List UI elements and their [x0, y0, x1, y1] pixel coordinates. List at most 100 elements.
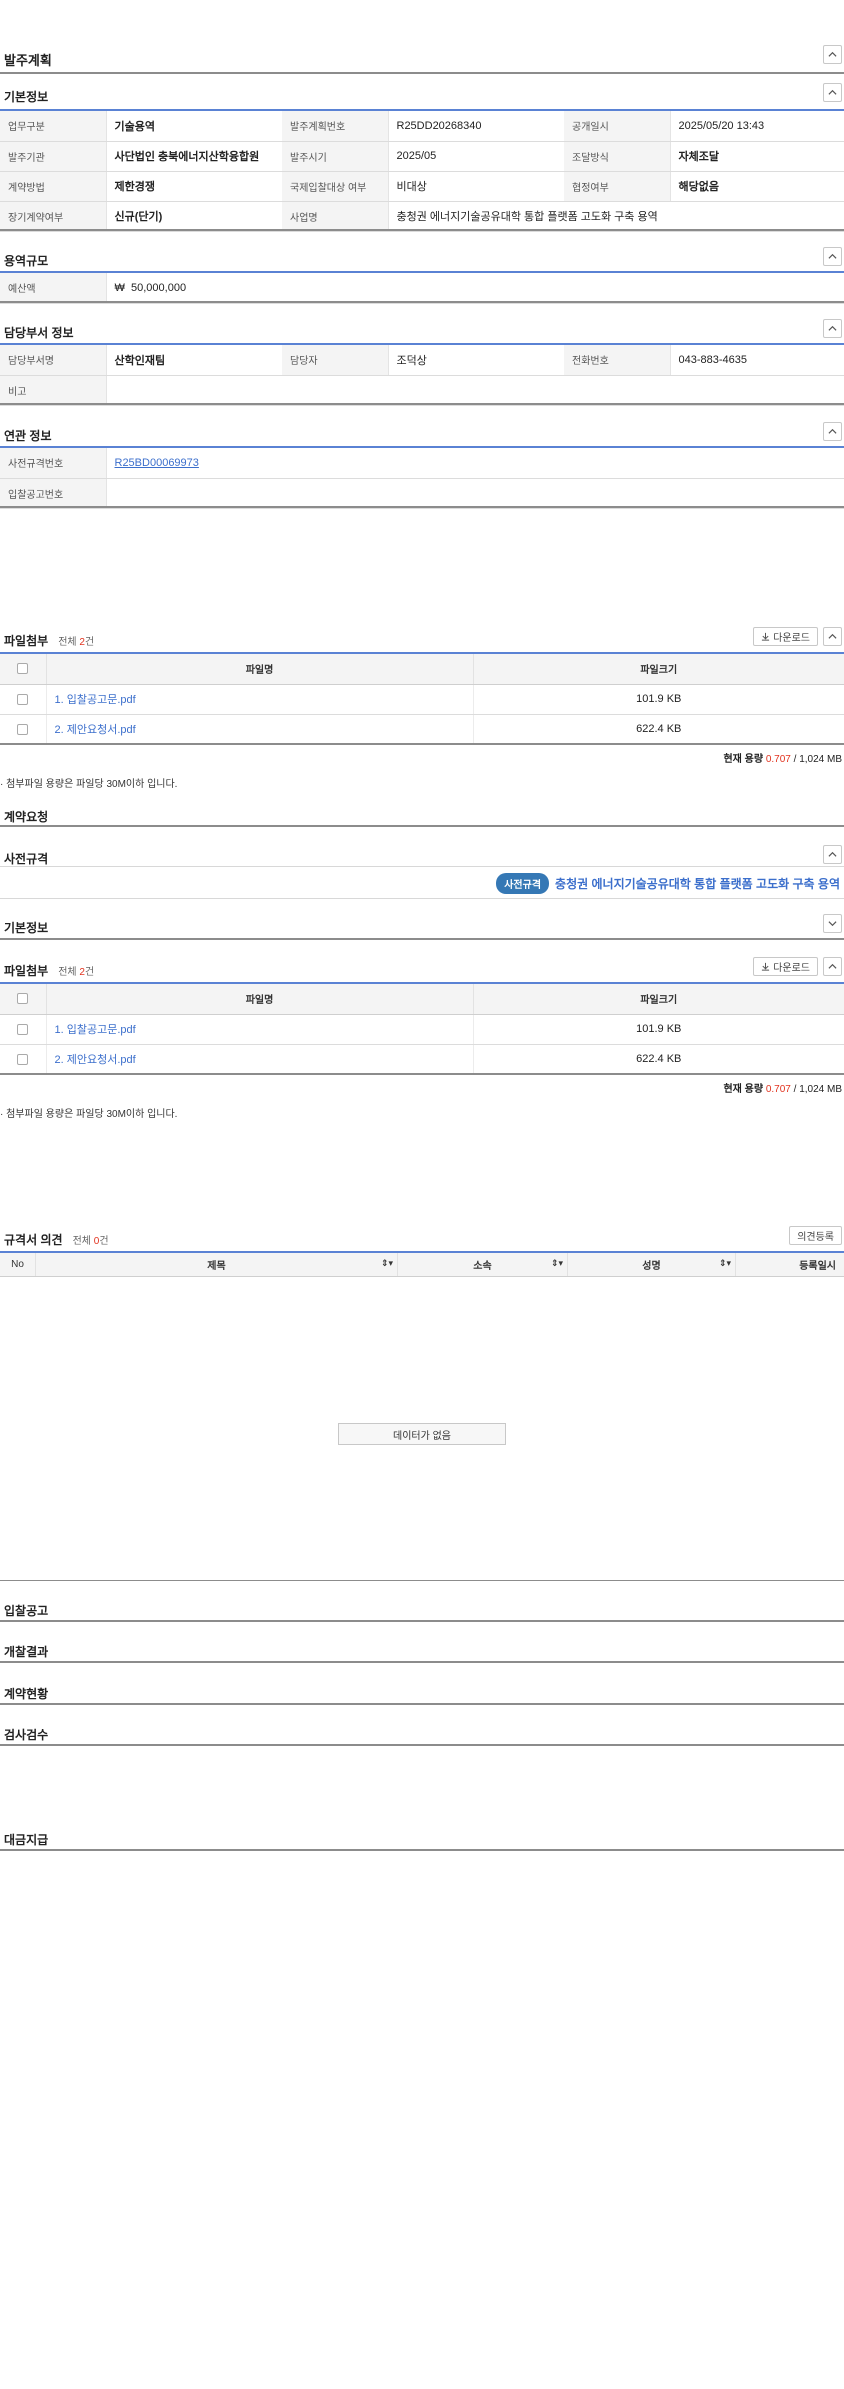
prespec-banner: 사전규격 충청권 에너지기술공유대학 통합 플랫폼 고도화 구축 용역 [496, 873, 840, 894]
select-all-checkbox[interactable] [17, 663, 29, 675]
field-label: 비고 [0, 375, 107, 406]
register-opinion-button[interactable]: 의견등록 [789, 1226, 842, 1245]
prespec-title: 사전규격 [4, 852, 49, 866]
file-checkbox[interactable] [17, 1023, 29, 1035]
field-label: 협정여부 [564, 171, 671, 202]
field-value [106, 478, 844, 509]
chevron-up-icon [828, 428, 837, 434]
collapse-related-button[interactable] [823, 422, 842, 441]
chevron-up-icon [828, 963, 837, 969]
file-size: 622.4 KB [473, 1044, 844, 1075]
expand-basic2-button[interactable] [823, 914, 842, 933]
table-row: 2. 제안요청서.pdf 622.4 KB [0, 714, 844, 745]
table-row: 2. 제안요청서.pdf 622.4 KB [0, 1044, 844, 1075]
basic-info-table: 업무구분 기술용역 발주계획번호 R25DD20268340 공개일시 2025/05/2… [0, 111, 844, 232]
payment-title: 대금지급 [4, 1833, 49, 1847]
collapse-prespec-button[interactable] [823, 845, 842, 864]
prespec-number-link[interactable]: R25BD00069973 [115, 457, 199, 469]
field-label: 입찰공고번호 [0, 478, 107, 509]
col-org: 소속 ⇕▾ [398, 1253, 568, 1276]
file-count: 전체 2건 [58, 637, 95, 648]
attach2-title: 파일첨부 전체 2건 [4, 962, 94, 979]
sort-icon[interactable]: ⇕▾ [551, 1258, 563, 1269]
field-label: 발주기관 [0, 141, 107, 172]
info-row: 계약방법 제한경쟁 국제입찰대상 여부 비대상 협정여부 해당없음 [0, 171, 844, 202]
basic-info-title: 기본정보 [4, 90, 49, 104]
register-label: 의견등록 [797, 1232, 834, 1243]
chevron-up-icon [828, 51, 837, 57]
collapse-dept-button[interactable] [823, 319, 842, 338]
contract-status-title: 계약현황 [4, 1687, 49, 1701]
file-link[interactable]: 2. 제안요청서.pdf [55, 724, 136, 736]
project-name: 충청권 에너지기술공유대학 통합 플랫폼 고도화 구축 용역 [388, 201, 844, 232]
file-checkbox[interactable] [17, 693, 29, 705]
opening-result-title: 개찰결과 [4, 1645, 49, 1659]
field-label: 국제입찰대상 여부 [282, 171, 389, 202]
file-size: 622.4 KB [473, 714, 844, 745]
field-value: 제한경쟁 [106, 171, 282, 202]
download-label: 다운로드 [773, 963, 810, 974]
field-value: 2025/05/20 13:43 [670, 111, 844, 142]
opinion-title-text: 규격서 의견 [4, 1233, 63, 1247]
empty-message: 데이터가 없음 [338, 1423, 506, 1445]
field-label: 예산액 [0, 273, 107, 304]
related-table: 사전규격번호 R25BD00069973 입찰공고번호 [0, 448, 844, 509]
field-label: 공개일시 [564, 111, 671, 142]
col-no: No [0, 1253, 36, 1276]
field-value: 신규(단기) [106, 201, 282, 232]
file-count: 전체 2건 [58, 967, 95, 978]
file-link[interactable]: 1. 입찰공고문.pdf [55, 694, 136, 706]
collapse-attach2-button[interactable] [823, 957, 842, 976]
scale-table: 예산액 ₩ 50,000,000 [0, 273, 844, 304]
field-label: 담당부서명 [0, 345, 107, 376]
page-title: 발주계획 [4, 53, 52, 68]
field-value: 비대상 [388, 171, 564, 202]
download-icon [762, 632, 770, 641]
dept-table: 담당부서명 산학인재팀 담당자 조덕상 전화번호 043-883-4635 비고 [0, 345, 844, 406]
download-button[interactable]: 다운로드 [753, 957, 818, 976]
attach-title: 파일첨부 전체 2건 [4, 632, 94, 649]
collapse-scale-button[interactable] [823, 247, 842, 266]
file-link[interactable]: 1. 입찰공고문.pdf [55, 1024, 136, 1036]
download-button[interactable]: 다운로드 [753, 627, 818, 646]
collapse-attach-button[interactable] [823, 627, 842, 646]
file-table: 파일명 파일크기 1. 입찰공고문.pdf 101.9 KB 2. 제안요청서.… [0, 984, 844, 1075]
chevron-up-icon [828, 253, 837, 259]
field-label: 계약방법 [0, 171, 107, 202]
opinion-table-header: No 제목 ⇕▾ 소속 ⇕▾ 성명 ⇕▾ 등록일시 [0, 1253, 844, 1277]
field-label: 장기계약여부 [0, 201, 107, 232]
inspection-title: 검사검수 [4, 1728, 49, 1742]
file-table: 파일명 파일크기 1. 입찰공고문.pdf 101.9 KB 2. 제안요청서.… [0, 654, 844, 745]
field-value [106, 375, 844, 406]
col-subject: 제목 ⇕▾ [36, 1253, 398, 1276]
contract-request-title: 계약요청 [4, 810, 49, 824]
field-label: 발주계획번호 [282, 111, 389, 142]
chevron-up-icon [828, 633, 837, 639]
currency-symbol: ₩ [114, 281, 125, 294]
field-label: 사업명 [282, 201, 389, 232]
col-filesize: 파일크기 [473, 654, 844, 685]
field-value: 기술용역 [106, 111, 282, 142]
file-checkbox[interactable] [17, 1053, 29, 1065]
field-value: 사단법인 충북에너지산학융합원 [106, 141, 282, 172]
attach-title-text: 파일첨부 [4, 634, 49, 648]
file-size: 101.9 KB [473, 1014, 844, 1045]
sort-icon[interactable]: ⇕▾ [719, 1258, 731, 1269]
field-value: 해당없음 [670, 171, 844, 202]
field-label: 사전규격번호 [0, 448, 107, 479]
file-checkbox[interactable] [17, 723, 29, 735]
budget-value: 50,000,000 [131, 281, 187, 294]
field-label: 조달방식 [564, 141, 671, 172]
field-value: 조덕상 [388, 345, 564, 376]
sort-icon[interactable]: ⇕▾ [381, 1258, 393, 1269]
file-link[interactable]: 2. 제안요청서.pdf [55, 1054, 136, 1066]
collapse-basic-button[interactable] [823, 83, 842, 102]
prespec-badge: 사전규격 [496, 873, 550, 894]
download-icon [762, 962, 770, 971]
download-label: 다운로드 [773, 633, 810, 644]
select-all-checkbox[interactable] [17, 993, 29, 1005]
table-row: 1. 입찰공고문.pdf 101.9 KB [0, 1014, 844, 1045]
field-value: 043-883-4635 [670, 345, 844, 376]
col-name: 성명 ⇕▾ [568, 1253, 736, 1276]
collapse-plan-button[interactable] [823, 45, 842, 64]
